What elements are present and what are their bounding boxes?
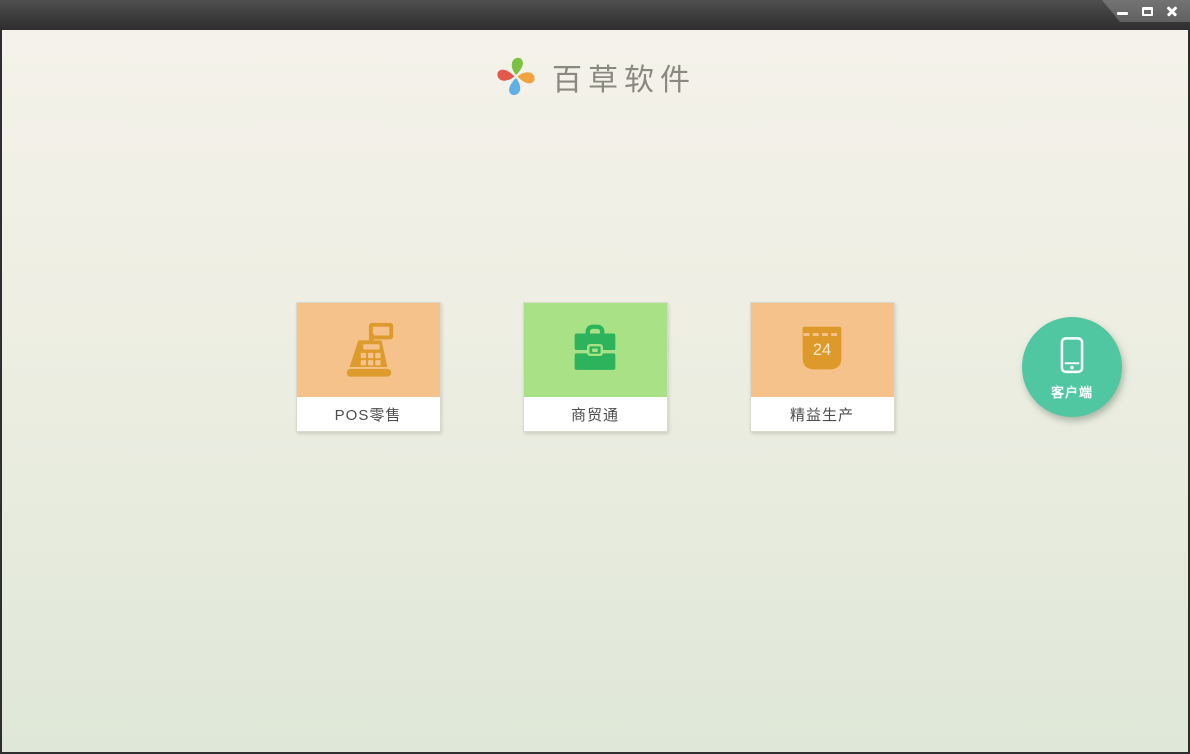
card-label: 商贸通 [570,406,619,424]
smartphone-icon [1060,337,1084,374]
cash-register-icon [346,322,394,377]
product-card-pos[interactable]: POS零售 [295,302,441,432]
logo-petal-right [517,72,535,84]
logo-petal-left [497,69,515,81]
product-card-lean[interactable]: 24 精益生产 [749,302,895,432]
product-cards: POS零售 商贸通 24 精益生产 [2,302,1188,432]
calendar-icon: 24 [802,326,842,370]
card-label: 精益生产 [789,406,854,424]
close-icon [1166,5,1178,17]
minimize-icon [1116,11,1128,15]
maximize-button[interactable] [1139,3,1155,19]
minimize-button[interactable] [1114,3,1130,19]
main-area: 百草软件 POS零售 商贸通 24 精益生产 客户端 [0,30,1190,754]
client-button-label: 客户端 [1050,385,1093,400]
maximize-icon [1141,6,1153,16]
briefcase-icon [574,324,616,370]
calendar-day-number: 24 [813,341,831,359]
card-label: POS零售 [334,406,402,424]
client-app-button[interactable]: 客户端 [1022,317,1122,417]
brand-header: 百草软件 [2,54,1188,100]
close-button[interactable] [1164,3,1180,19]
titlebar[interactable] [0,0,1190,30]
pinwheel-logo-icon [497,57,535,96]
logo-petal-bottom [509,78,521,96]
app-title: 百草软件 [552,63,696,98]
card-icon-area [523,303,667,397]
app-window: 百草软件 POS零售 商贸通 24 精益生产 客户端 [0,0,1190,754]
card-icon-area: 24 [750,303,894,397]
product-card-trade[interactable]: 商贸通 [522,302,668,432]
logo-petal-top [511,57,523,75]
card-icon-area [296,303,440,397]
window-controls [1102,0,1190,22]
